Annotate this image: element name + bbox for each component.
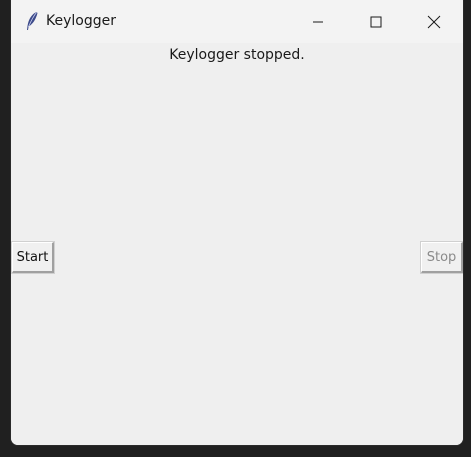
close-icon: [427, 15, 441, 29]
close-button[interactable]: [411, 0, 457, 43]
title-bar[interactable]: Keylogger: [11, 0, 463, 44]
main-content: Keylogger stopped. Start Stop: [11, 43, 463, 445]
maximize-button[interactable]: [353, 0, 399, 43]
maximize-icon: [370, 16, 382, 28]
start-button[interactable]: Start: [11, 241, 55, 274]
minimize-button[interactable]: [295, 0, 341, 43]
minimize-icon: [312, 16, 324, 28]
feather-icon: [24, 11, 40, 31]
status-label: Keylogger stopped.: [169, 47, 305, 63]
stop-button[interactable]: Stop: [420, 241, 463, 274]
window-title: Keylogger: [46, 13, 116, 29]
app-window: Keylogger Keylogger stopped. Start Stop: [10, 0, 464, 446]
